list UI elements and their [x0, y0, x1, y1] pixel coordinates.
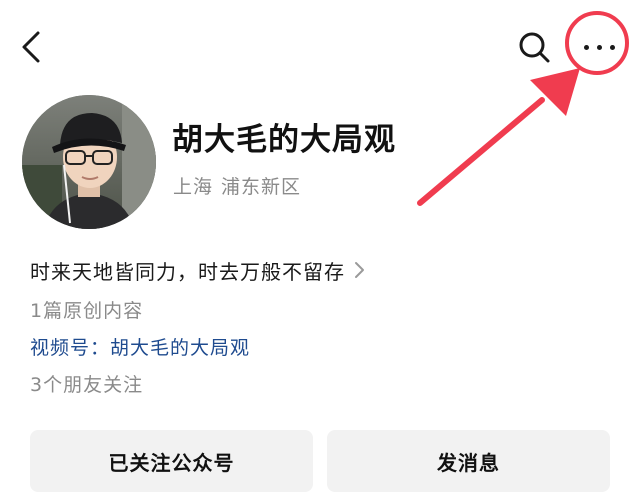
bio-text: 时来天地皆同力，时去万般不留存: [30, 259, 345, 284]
followed-account-button[interactable]: 已关注公众号: [30, 430, 313, 492]
account-name: 胡大毛的大局观: [172, 122, 396, 158]
search-button[interactable]: [512, 26, 556, 68]
video-channel-link[interactable]: 视频号：胡大毛的大局观: [30, 333, 250, 360]
location-district: 浦东新区: [221, 176, 302, 198]
account-location: 上海 浦东新区: [173, 172, 309, 199]
back-button[interactable]: [12, 26, 48, 66]
send-message-button[interactable]: 发消息: [327, 430, 610, 492]
annotation-arrow: [417, 68, 580, 206]
chevron-left-icon: [22, 31, 40, 63]
more-horizontal-icon: [570, 26, 628, 68]
avatar-photo: [22, 95, 156, 229]
bio-row[interactable]: 时来天地皆同力，时去万般不留存: [30, 255, 365, 285]
location-province: 上海: [173, 176, 214, 198]
more-options-button[interactable]: [570, 26, 628, 68]
chevron-right-icon: [355, 262, 364, 278]
search-icon: [519, 32, 550, 63]
original-content-count: 1篇原创内容: [30, 300, 144, 322]
avatar[interactable]: [22, 95, 156, 229]
friends-follow-count: 3个朋友关注: [30, 374, 144, 396]
